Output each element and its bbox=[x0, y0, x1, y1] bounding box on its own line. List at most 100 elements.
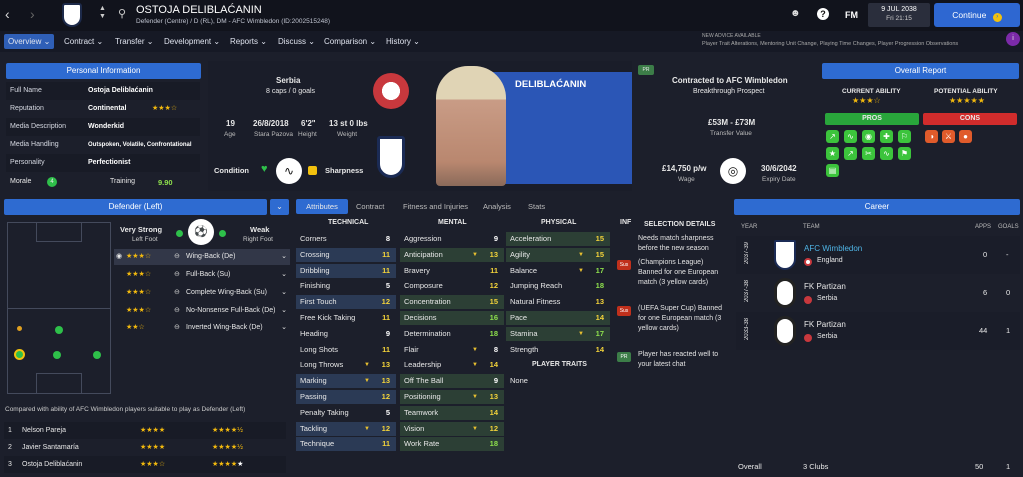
role-row[interactable]: ★★★☆ ⊖ Complete Wing-Back (Su) ⌄ bbox=[114, 285, 290, 301]
pro-icon[interactable]: ∿ bbox=[880, 147, 893, 160]
technical-attribute-row[interactable]: First Touch 12 bbox=[296, 295, 396, 310]
career-team[interactable]: AFC Wimbledon bbox=[804, 244, 862, 253]
mental-attribute-row[interactable]: Vision 12 ▼ bbox=[400, 421, 504, 436]
tab-discuss[interactable]: Discuss ⌄ bbox=[274, 34, 319, 49]
pro-icon[interactable]: ∿ bbox=[844, 130, 857, 143]
physical-attribute-row[interactable]: Agility 15 ▼ bbox=[506, 247, 610, 262]
mental-attribute-row[interactable]: Aggression 9 bbox=[400, 232, 504, 246]
compare-row[interactable]: 1 Nelson Pareja ★★★★ ★★★★½ bbox=[4, 422, 286, 439]
position-dot-selected[interactable] bbox=[14, 349, 25, 360]
physical-attribute-row[interactable]: Jumping Reach 18 bbox=[506, 279, 610, 293]
fm-logo[interactable]: FM bbox=[845, 10, 858, 20]
mental-attribute-row[interactable]: Concentration 15 bbox=[400, 295, 504, 310]
physical-attribute-row[interactable]: Stamina 17 ▼ bbox=[506, 326, 610, 341]
role-row[interactable]: ★★★☆ ⊖ Full-Back (Su) ⌄ bbox=[114, 267, 290, 283]
position-dropdown-button[interactable]: ⌄ bbox=[270, 199, 289, 215]
career-row[interactable]: 2037-38 FK Partizan Serbia 6 0 bbox=[736, 274, 1020, 312]
technical-attribute-row[interactable]: Marking 13 ▼ bbox=[296, 374, 396, 389]
tab-development[interactable]: Development ⌄ bbox=[160, 34, 224, 49]
radio-icon[interactable]: ◉ bbox=[116, 249, 122, 265]
pro-icon[interactable]: ↗ bbox=[826, 130, 839, 143]
tab-analysis[interactable]: Analysis bbox=[483, 202, 511, 211]
advice-avatar-icon[interactable]: i bbox=[1006, 32, 1020, 46]
pro-icon[interactable]: ✚ bbox=[880, 130, 893, 143]
mental-attribute-row[interactable]: Flair 8 ▼ bbox=[400, 343, 504, 357]
technical-attribute-row[interactable]: Penalty Taking 5 bbox=[296, 406, 396, 420]
pr-badge[interactable]: PR bbox=[617, 352, 631, 362]
tab-transfer[interactable]: Transfer ⌄ bbox=[111, 34, 157, 49]
pro-icon[interactable]: ✂ bbox=[862, 147, 875, 160]
technical-attribute-row[interactable]: Long Throws 13 ▼ bbox=[296, 358, 396, 372]
compare-row[interactable]: 2 Javier Santamaría ★★★★ ★★★★½ bbox=[4, 439, 286, 456]
pro-icon[interactable]: ⚐ bbox=[898, 130, 911, 143]
physical-attribute-row[interactable]: Acceleration 15 bbox=[506, 232, 610, 246]
overall-report-header[interactable]: Overall Report bbox=[822, 63, 1019, 79]
morale-badge[interactable]: 4 bbox=[47, 177, 57, 187]
social-icon[interactable]: ☻ bbox=[790, 8, 801, 19]
career-row[interactable]: 2037-39 AFC Wimbledon England 0 - bbox=[736, 236, 1020, 274]
mental-attribute-row[interactable]: Anticipation 13 ▼ bbox=[400, 247, 504, 262]
role-row[interactable]: ◉ ★★★☆ ⊖ Wing-Back (De) ⌄ bbox=[114, 249, 290, 265]
pro-icon[interactable]: ▤ bbox=[826, 164, 839, 177]
technical-attribute-row[interactable]: Technique 11 bbox=[296, 437, 396, 452]
search-icon[interactable]: ⚲ bbox=[118, 7, 126, 20]
con-icon[interactable]: ● bbox=[959, 130, 972, 143]
continue-button[interactable]: Continue › bbox=[934, 3, 1020, 27]
date-box[interactable]: 9 JUL 2038 Fri 21:15 bbox=[868, 3, 930, 27]
position-header[interactable]: Defender (Left) bbox=[4, 199, 267, 215]
sus-badge[interactable]: Sus bbox=[617, 260, 631, 270]
mental-attribute-row[interactable]: Off The Ball 9 bbox=[400, 374, 504, 389]
career-team[interactable]: FK Partizan bbox=[804, 282, 846, 291]
career-team[interactable]: FK Partizan bbox=[804, 320, 846, 329]
mental-attribute-row[interactable]: Positioning 13 ▼ bbox=[400, 390, 504, 404]
physical-attribute-row[interactable]: Balance 17 ▼ bbox=[506, 264, 610, 278]
chevron-up-down-icon[interactable]: ▲ ▼ bbox=[99, 5, 106, 21]
technical-attribute-row[interactable]: Heading 9 bbox=[296, 327, 396, 341]
tab-attributes[interactable]: Attributes bbox=[296, 199, 348, 214]
physical-attribute-row[interactable]: Pace 14 bbox=[506, 311, 610, 325]
career-header[interactable]: Career bbox=[734, 199, 1020, 215]
technical-attribute-row[interactable]: Dribbling 11 bbox=[296, 263, 396, 278]
mental-attribute-row[interactable]: Determination 18 bbox=[400, 327, 504, 341]
position-dot[interactable] bbox=[53, 351, 61, 359]
technical-attribute-row[interactable]: Finishing 5 bbox=[296, 279, 396, 293]
tab-contract-sub[interactable]: Contract bbox=[356, 202, 384, 211]
tab-overview[interactable]: Overview ⌄ bbox=[4, 34, 55, 49]
pro-icon[interactable]: ◉ bbox=[862, 130, 875, 143]
forward-icon[interactable]: › bbox=[30, 6, 35, 22]
physical-attribute-row[interactable]: Natural Fitness 13 bbox=[506, 295, 610, 309]
mental-attribute-row[interactable]: Decisions 16 bbox=[400, 311, 504, 325]
role-row[interactable]: ★★★☆ ⊖ No-Nonsense Full-Back (De) ⌄ bbox=[114, 303, 290, 319]
tab-comparison[interactable]: Comparison ⌄ bbox=[320, 34, 380, 49]
heartbeat-icon[interactable]: ∿ bbox=[276, 158, 302, 184]
technical-attribute-row[interactable]: Long Shots 11 bbox=[296, 343, 396, 357]
mental-attribute-row[interactable]: Work Rate 18 bbox=[400, 437, 504, 452]
technical-attribute-row[interactable]: Crossing 11 bbox=[296, 247, 396, 262]
tab-fitness[interactable]: Fitness and Injuries bbox=[403, 202, 468, 211]
sus-badge[interactable]: Sus bbox=[617, 306, 631, 316]
back-icon[interactable]: ‹ bbox=[5, 6, 10, 22]
position-dot[interactable] bbox=[93, 351, 101, 359]
mental-attribute-row[interactable]: Teamwork 14 bbox=[400, 405, 504, 420]
con-icon[interactable]: ◑ bbox=[925, 130, 938, 143]
pro-icon[interactable]: ↗ bbox=[844, 147, 857, 160]
help-icon[interactable]: ? bbox=[817, 8, 829, 20]
pro-icon[interactable]: ⚑ bbox=[898, 147, 911, 160]
position-dot[interactable] bbox=[55, 326, 63, 334]
advice-text[interactable]: Player Trait Alterations, Mentoring Unit… bbox=[702, 41, 1002, 47]
role-row[interactable]: ★★☆ ⊖ Inverted Wing-Back (De) ⌄ bbox=[114, 320, 290, 336]
technical-attribute-row[interactable]: Free Kick Taking 11 bbox=[296, 311, 396, 325]
tab-stats[interactable]: Stats bbox=[528, 202, 545, 211]
technical-attribute-row[interactable]: Passing 12 bbox=[296, 390, 396, 404]
mental-attribute-row[interactable]: Bravery 11 bbox=[400, 264, 504, 278]
physical-attribute-row[interactable]: Strength 14 bbox=[506, 343, 610, 357]
pro-icon[interactable]: ★ bbox=[826, 147, 839, 160]
position-dot-weak[interactable] bbox=[17, 326, 22, 331]
technical-attribute-row[interactable]: Corners 8 bbox=[296, 232, 396, 246]
career-row[interactable]: 2033-38 FK Partizan Serbia 44 1 bbox=[736, 312, 1020, 350]
mental-attribute-row[interactable]: Composure 12 bbox=[400, 279, 504, 293]
mental-attribute-row[interactable]: Leadership 14 ▼ bbox=[400, 358, 504, 372]
con-icon[interactable]: ⚔ bbox=[942, 130, 955, 143]
tab-history[interactable]: History ⌄ bbox=[382, 34, 424, 49]
tab-reports[interactable]: Reports ⌄ bbox=[226, 34, 271, 49]
